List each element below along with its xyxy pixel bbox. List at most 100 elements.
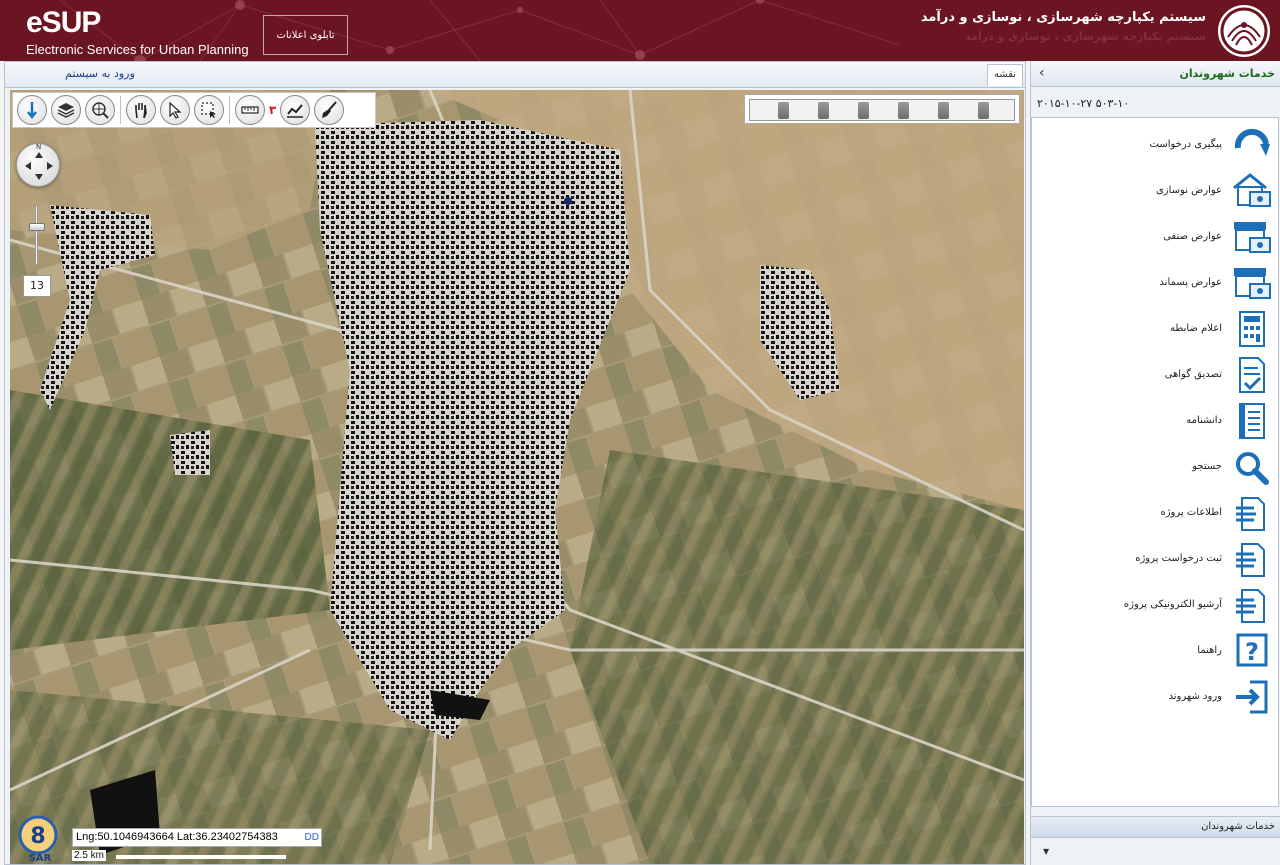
sidebar-item-label: راهنما (1197, 645, 1222, 656)
sidebar-footer-tab[interactable]: خدمات شهروندان (1031, 816, 1280, 838)
timeline-tick[interactable] (978, 102, 989, 119)
map-tabbar: ورود به سیستم نقشه (5, 62, 1025, 88)
scale-bar: 2.5 km (72, 850, 286, 864)
coordinates-text: Lng:50.1046943664 Lat:36.23402754383 (76, 831, 278, 843)
ruler-button[interactable] (235, 95, 265, 125)
sidebar-item-certificate-verify[interactable]: تصدیق گواهی (1032, 352, 1278, 398)
chart-icon (287, 104, 304, 118)
satellite-imagery (10, 90, 1024, 864)
sidebar-item-renewal-fees[interactable]: عوارض نوسازی (1032, 168, 1278, 214)
pan-hand-button[interactable] (126, 95, 156, 125)
globe-search-button[interactable] (85, 95, 115, 125)
timeline-tick[interactable] (898, 102, 909, 119)
house-money-icon (1233, 173, 1271, 207)
chevron-left-icon[interactable]: ‹ (1039, 65, 1045, 81)
notice-board-button[interactable]: تابلوی اعلانات (263, 15, 348, 55)
timeline-tick[interactable] (858, 102, 869, 119)
pan-control[interactable]: N (16, 143, 60, 187)
timeline-tick[interactable] (778, 102, 789, 119)
login-arrow-icon (1236, 680, 1268, 714)
esup-logo[interactable]: eSUP Electronic Services for Urban Plann… (26, 8, 249, 58)
scale-label: 2.5 km (72, 850, 107, 861)
sidebar-item-label: دانشنامه (1186, 415, 1222, 426)
map-panel: ورود به سیستم نقشه ۳ N 13 8 SAR Lng:50.1… (4, 61, 1026, 865)
pointer-icon (169, 101, 182, 119)
sidebar-item-search[interactable]: جستجو (1032, 444, 1278, 490)
scale-bar-line (116, 855, 286, 859)
app-header: eSUP Electronic Services for Urban Plann… (0, 0, 1280, 61)
coordinates-readout: Lng:50.1046943664 Lat:36.23402754383 DD (72, 828, 322, 847)
shop-money-icon (1234, 222, 1271, 253)
encyclopedia-icon (1239, 403, 1265, 439)
sidebar-item-label: ثبت درخواست پروژه (1135, 553, 1222, 564)
help-icon: ? (1236, 633, 1268, 667)
municipality-emblem-icon (1218, 5, 1270, 57)
satellite-map[interactable]: ۳ N 13 8 SAR Lng:50.1046943664 Lat:36.23… (10, 90, 1024, 864)
sidebar-bottom: ▼ (1031, 839, 1280, 865)
sidebar-item-label: تصدیق گواهی (1164, 369, 1222, 380)
citizen-services-sidebar: ‹ خدمات شهروندان ۲۰۱۵-۱۰-۲۷ ۵۰۳-۱۰ پیگیر… (1030, 61, 1280, 865)
timeline-track[interactable] (749, 99, 1015, 121)
refresh-arrow-icon (1234, 128, 1270, 156)
info-pin-button[interactable] (17, 95, 47, 125)
tool-count-badge: ۳ (269, 103, 277, 117)
select-box-icon (201, 102, 216, 118)
sidebar-item-label: عوارض نوسازی (1155, 185, 1222, 196)
system-title: سیستم یکپارچه شهرسازی ، نوسازی و درآمد (920, 10, 1206, 25)
sidebar-item-label: عوارض پسماند (1159, 277, 1222, 288)
sidebar-item-citizen-login[interactable]: ورود شهروند (1032, 674, 1278, 720)
login-link[interactable]: ورود به سیستم (65, 67, 135, 80)
layers-button[interactable] (51, 95, 81, 125)
sidebar-header: ‹ خدمات شهروندان (1031, 61, 1280, 87)
sidebar-item-trade-fees[interactable]: عوارض صنفی (1032, 214, 1278, 260)
sidebar-item-regulation-notice[interactable]: اعلام ضابطه (1032, 306, 1278, 352)
sar-badge-icon: 8 SAR (18, 815, 58, 863)
sidebar-item-waste-fees[interactable]: عوارض پسماند (1032, 260, 1278, 306)
sidebar-item-project-archive[interactable]: آرشیو الکترونیکی پروژه (1032, 582, 1278, 628)
zoom-thumb[interactable] (29, 223, 45, 231)
sidebar-item-track-request[interactable]: پیگیری درخواست (1032, 122, 1278, 168)
coordinate-format-toggle[interactable]: DD (305, 829, 319, 846)
pan-hand-icon (135, 103, 147, 119)
certificate-check-icon (1239, 357, 1265, 393)
map-toolbar: ۳ (12, 92, 376, 128)
sidebar-item-label: عوارض صنفی (1163, 231, 1222, 242)
zoom-rail[interactable] (35, 205, 38, 265)
sidebar-footer-label: خدمات شهروندان (1201, 821, 1275, 832)
shop-waste-icon (1234, 268, 1271, 299)
chart-button[interactable] (280, 95, 311, 125)
sidebar-item-encyclopedia[interactable]: دانشنامه (1032, 398, 1278, 444)
timeline-tick[interactable] (938, 102, 949, 119)
zoom-level: 13 (23, 275, 51, 297)
broom-button[interactable] (314, 95, 345, 125)
sidebar-item-label: ورود شهروند (1168, 691, 1223, 702)
sidebar-item-label: اطلاعات پروژه (1160, 507, 1222, 518)
sidebar-item-label: اعلام ضابطه (1170, 323, 1222, 334)
timeline-slider[interactable] (744, 94, 1020, 124)
date-text: ۲۰۱۵-۱۰-۲۷ ۵۰۳-۱۰ (1037, 97, 1130, 110)
sidebar-item-project-info[interactable]: اطلاعات پروژه (1032, 490, 1278, 536)
sidebar-item-label: آرشیو الکترونیکی پروژه (1123, 599, 1222, 610)
expand-down-icon[interactable]: ▼ (1043, 847, 1049, 856)
logo-subtitle: Electronic Services for Urban Planning (26, 42, 249, 57)
sidebar-item-help[interactable]: راهنما ? (1032, 628, 1278, 674)
toolbar-separator (229, 96, 230, 124)
sidebar-title: خدمات شهروندان (1179, 67, 1275, 80)
svg-text:SAR: SAR (29, 853, 52, 863)
timeline-tick[interactable] (818, 102, 829, 119)
pointer-button[interactable] (160, 95, 190, 125)
tab-map[interactable]: نقشه (987, 64, 1023, 86)
zoom-slider[interactable] (29, 205, 45, 265)
sidebar-item-label: پیگیری درخواست (1149, 139, 1222, 150)
info-pin-icon (27, 102, 37, 119)
select-box-button[interactable] (194, 95, 224, 125)
globe-search-icon (92, 102, 109, 119)
broom-icon (322, 101, 338, 118)
ruler-icon (241, 106, 259, 114)
calculator-doc-icon (1239, 311, 1265, 347)
svg-text:8: 8 (30, 824, 45, 849)
project-info-icon (1236, 497, 1265, 531)
toolbar-separator (120, 96, 121, 124)
svg-text:?: ? (1245, 638, 1259, 666)
sidebar-item-project-request[interactable]: ثبت درخواست پروژه (1032, 536, 1278, 582)
